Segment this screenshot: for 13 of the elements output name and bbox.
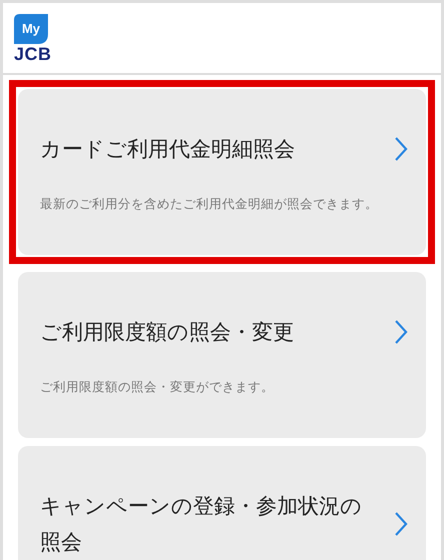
logo-badge: My <box>14 14 48 44</box>
menu-card[interactable]: ご利用限度額の照会・変更 ご利用限度額の照会・変更ができます。 <box>18 272 426 438</box>
menu-description: 最新のご利用分を含めたご利用代金明細が照会できます。 <box>40 195 379 213</box>
chevron-right-icon <box>394 511 408 537</box>
menu-title: カードご利用代金明細照会 <box>40 136 295 163</box>
chevron-right-icon <box>394 319 408 345</box>
menu-title: ご利用限度額の照会・変更 <box>40 319 294 346</box>
menu-description: ご利用限度額の照会・変更ができます。 <box>40 378 275 396</box>
menu-card[interactable]: キャンペーンの登録・参加状況の照会 <box>18 446 426 560</box>
logo-text: JCB <box>14 46 52 62</box>
menu-title: キャンペーンの登録・参加状況の照会 <box>40 493 363 556</box>
menu-card[interactable]: カードご利用代金明細照会 最新のご利用分を含めたご利用代金明細が照会できます。 <box>18 89 426 255</box>
chevron-right-icon <box>394 136 408 162</box>
